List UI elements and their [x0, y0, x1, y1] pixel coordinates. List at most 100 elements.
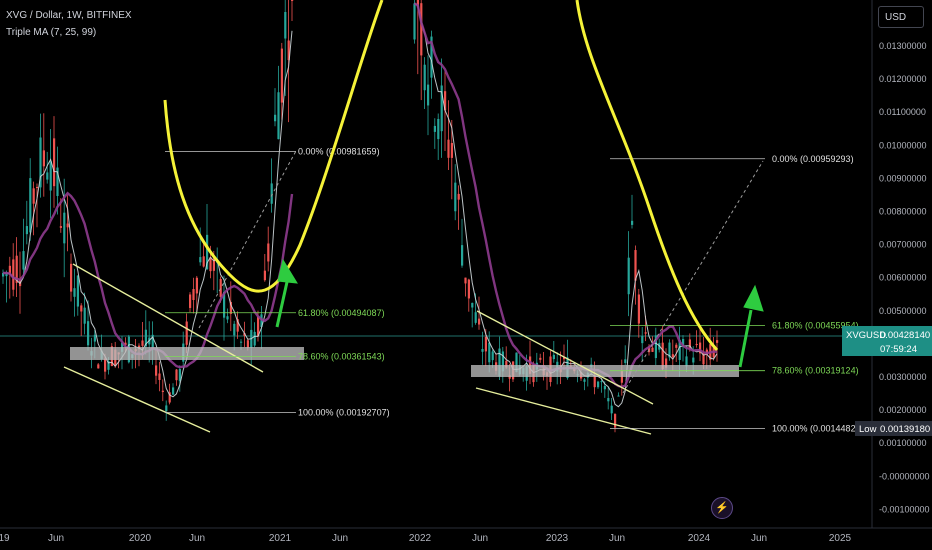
candle-body: [631, 220, 634, 225]
x-tick-label: Jun: [609, 533, 625, 544]
candle-body: [488, 342, 491, 363]
candle-body: [12, 259, 15, 290]
candle-body: [641, 336, 644, 344]
x-tick-label: 2025: [829, 533, 852, 544]
x-tick-label: 2022: [409, 533, 432, 544]
candle-body: [583, 379, 586, 382]
y-tick-label: 0.00300000: [879, 372, 927, 382]
candle-body: [42, 150, 45, 167]
low-value: 0.00139180: [880, 424, 930, 435]
candle-body: [610, 405, 613, 414]
candle-body: [491, 351, 494, 361]
candle-body: [104, 358, 107, 372]
candle-body: [59, 226, 62, 228]
candle-body: [481, 349, 484, 352]
candle-body: [263, 270, 266, 281]
candle-body: [141, 340, 144, 346]
badge-price: 0.00428140: [880, 330, 930, 341]
y-tick-label: 0.00700000: [879, 240, 927, 250]
candle-body: [80, 305, 83, 312]
candle-body: [87, 321, 90, 346]
y-tick-label: 0.00100000: [879, 438, 927, 448]
candle-body: [603, 385, 606, 390]
candle-body: [189, 294, 192, 308]
y-tick-label: 0.01000000: [879, 140, 927, 150]
candle-body: [233, 323, 236, 336]
candle-body: [471, 302, 474, 308]
candle-body: [593, 375, 596, 388]
price-axis[interactable]: 0.01300000 0.01200000 0.01100000 0.01000000…: [879, 41, 930, 514]
candle-body: [461, 245, 464, 266]
fib-label: 61.80% (0.00494087): [298, 308, 385, 318]
candle-body: [70, 263, 73, 292]
fib-label: 0.00% (0.00981659): [298, 146, 380, 156]
candle-body: [284, 12, 287, 39]
candle-body: [291, 0, 294, 1]
candle-body: [692, 357, 695, 363]
y-tick-label: 0.01300000: [879, 41, 927, 51]
candle-body: [195, 277, 198, 294]
candle-body: [253, 331, 256, 346]
candle-body: [685, 356, 688, 367]
candle-body: [420, 3, 423, 56]
candle-body: [219, 279, 222, 297]
candle-body: [695, 343, 698, 346]
candle-body: [423, 64, 426, 91]
y-tick-label: -0.00100000: [879, 504, 930, 514]
candle-body: [66, 223, 69, 228]
candle-body: [484, 336, 487, 352]
candle-body: [270, 183, 273, 204]
candle-body: [199, 257, 202, 263]
candle-body: [155, 365, 158, 376]
low-label: Low: [859, 424, 877, 435]
candle-body: [651, 347, 654, 352]
indicator-title: Triple MA (7, 25, 99): [6, 27, 97, 38]
candle-body: [600, 381, 603, 383]
y-tick-label: 0.00500000: [879, 306, 927, 316]
x-tick-label: 2020: [129, 533, 152, 544]
fib-label: 100.00% (0.00192707): [298, 408, 390, 418]
candle-body: [280, 48, 283, 103]
candle-body: [716, 340, 719, 343]
candle-body: [457, 193, 460, 200]
price-chart[interactable]: 0.00% (0.00981659) 61.80% (0.00494087) 78.…: [0, 0, 932, 550]
x-tick-label: 2023: [546, 533, 569, 544]
candle-body: [450, 143, 453, 158]
candle-body: [161, 390, 164, 392]
y-tick-label: 0.00200000: [879, 405, 927, 415]
candle-body: [274, 114, 277, 122]
candle-body: [671, 354, 674, 358]
candle-body: [624, 359, 627, 363]
candle-body: [464, 277, 467, 284]
candle-body: [437, 118, 440, 140]
candle-body: [454, 182, 457, 212]
candle-body: [165, 405, 168, 412]
last-price-badge: XVGUSD 0.00428140 07:59:24: [842, 326, 932, 356]
y-tick-label: 0.00600000: [879, 273, 927, 283]
candle-body: [467, 279, 470, 299]
candle-body: [36, 186, 39, 188]
candle-body: [25, 226, 28, 235]
candle-body: [246, 340, 249, 348]
candle-body: [675, 344, 678, 348]
chart-background: [0, 0, 932, 550]
candle-body: [76, 275, 79, 307]
x-tick-label: Jun: [189, 533, 205, 544]
x-tick-label: 2024: [688, 533, 711, 544]
candle-body: [63, 212, 66, 244]
low-badge: Low 0.00139180: [855, 421, 932, 436]
lightning-icon[interactable]: ⚡: [711, 497, 733, 519]
candle-body: [93, 334, 96, 342]
candle-body: [240, 341, 243, 343]
candle-body: [172, 387, 175, 395]
candle-body: [637, 294, 640, 324]
support-zone-1: [70, 347, 304, 360]
x-tick-label: Jun: [48, 533, 64, 544]
x-tick-label: Jun: [472, 533, 488, 544]
candle-body: [22, 251, 25, 270]
currency-button[interactable]: USD: [878, 6, 924, 28]
candle-body: [644, 332, 647, 334]
fib-label: 78.60% (0.00319124): [772, 366, 859, 376]
candle-body: [53, 138, 56, 187]
x-tick-label: Jun: [751, 533, 767, 544]
